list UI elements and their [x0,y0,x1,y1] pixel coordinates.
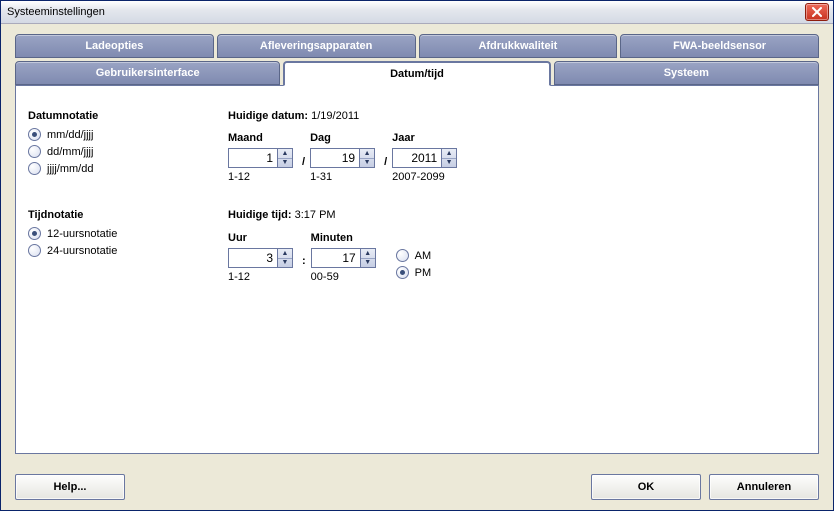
minute-value[interactable]: 17 [312,249,360,267]
date-fields: Maand 1 ▲ ▼ 1-12 / [228,132,806,183]
button-bar: Help... OK Annuleren [1,464,833,510]
arrow-up-icon[interactable]: ▲ [360,149,374,158]
radio-date-ddmmyyyy[interactable]: dd/mm/jjjj [28,145,228,158]
arrow-down-icon[interactable]: ▼ [278,158,292,168]
current-date-label: Huidige datum: [228,110,308,122]
month-value[interactable]: 1 [229,149,277,167]
cancel-button[interactable]: Annuleren [709,474,819,500]
arrow-down-icon[interactable]: ▼ [360,158,374,168]
radio-am[interactable]: AM [396,249,432,262]
arrow-up-icon[interactable]: ▲ [442,149,456,158]
current-time-value: 3:17 PM [295,209,336,221]
month-label: Maand [228,132,293,144]
radio-date-mmddyyyy[interactable]: mm/dd/jjjj [28,128,228,141]
minute-label: Minuten [311,232,376,244]
spinner-arrows: ▲ ▼ [360,249,375,267]
ampm-block: AM PM [396,249,432,283]
time-format-heading: Tijdnotatie [28,209,228,221]
current-date-value: 1/19/2011 [311,110,359,122]
tab-date-time[interactable]: Datum/tijd [283,61,550,86]
year-hint: 2007-2099 [392,171,457,183]
tab-fwa-image-sensor[interactable]: FWA-beeldsensor [620,34,819,58]
time-fields-column: Huidige tijd: 3:17 PM Uur 3 ▲ ▼ [228,209,806,283]
radio-label: AM [415,250,432,262]
spinner-arrows: ▲ ▼ [441,149,456,167]
radio-label: jjjj/mm/dd [47,163,93,175]
day-label: Dag [310,132,375,144]
hour-label: Uur [228,232,293,244]
year-field: Jaar 2011 ▲ ▼ 2007-2099 [392,132,457,183]
time-sep: : [297,251,311,271]
radio-time-12h[interactable]: 12-uursnotatie [28,227,228,240]
radio-icon [28,162,41,175]
day-value[interactable]: 19 [311,149,359,167]
tab-system[interactable]: Systeem [554,61,819,85]
date-format-heading: Datumnotatie [28,110,228,122]
tab-tray-options[interactable]: Ladeopties [15,34,214,58]
tab-row-2: Gebruikersinterface Datum/tijd Systeem [15,61,819,86]
year-spinner[interactable]: 2011 ▲ ▼ [392,148,457,168]
hour-hint: 1-12 [228,271,293,283]
radio-label: mm/dd/jjjj [47,129,93,141]
day-spinner[interactable]: 19 ▲ ▼ [310,148,375,168]
day-field: Dag 19 ▲ ▼ 1-31 [310,132,375,183]
current-time-label: Huidige tijd: [228,209,292,221]
date-sep-1: / [297,152,310,172]
arrow-down-icon[interactable]: ▼ [442,158,456,168]
help-button[interactable]: Help... [15,474,125,500]
radio-label: PM [415,267,432,279]
year-value[interactable]: 2011 [393,149,441,167]
arrow-up-icon[interactable]: ▲ [278,149,292,158]
hour-spinner[interactable]: 3 ▲ ▼ [228,248,293,268]
month-spinner[interactable]: 1 ▲ ▼ [228,148,293,168]
close-button[interactable] [805,3,829,21]
radio-pm[interactable]: PM [396,266,432,279]
window-title: Systeeminstellingen [7,6,105,18]
spinner-arrows: ▲ ▼ [359,149,374,167]
time-fields: Uur 3 ▲ ▼ 1-12 : M [228,231,806,283]
radio-date-yyyymmdd[interactable]: jjjj/mm/dd [28,162,228,175]
date-row: Datumnotatie mm/dd/jjjj dd/mm/jjjj jjjj/… [28,110,806,183]
arrow-up-icon[interactable]: ▲ [361,249,375,258]
hour-field: Uur 3 ▲ ▼ 1-12 [228,232,293,283]
radio-label: 12-uursnotatie [47,228,117,240]
dialog-body: Ladeopties Afleveringsapparaten Afdrukkw… [1,24,833,464]
radio-icon [28,128,41,141]
time-format-column: Tijdnotatie 12-uursnotatie 24-uursnotati… [28,209,228,283]
minute-field: Minuten 17 ▲ ▼ 00-59 [311,232,376,283]
arrow-down-icon[interactable]: ▼ [278,258,292,268]
system-settings-window: Systeeminstellingen Ladeopties Afleverin… [0,0,834,511]
hour-value[interactable]: 3 [229,249,277,267]
radio-label: dd/mm/jjjj [47,146,93,158]
month-hint: 1-12 [228,171,293,183]
minute-spinner[interactable]: 17 ▲ ▼ [311,248,376,268]
spinner-arrows: ▲ ▼ [277,249,292,267]
tab-panel: Datumnotatie mm/dd/jjjj dd/mm/jjjj jjjj/… [15,85,819,454]
radio-icon [396,249,409,262]
month-field: Maand 1 ▲ ▼ 1-12 [228,132,293,183]
radio-icon [28,227,41,240]
radio-label: 24-uursnotatie [47,245,117,257]
tab-print-quality[interactable]: Afdrukkwaliteit [419,34,618,58]
date-fields-column: Huidige datum: 1/19/2011 Maand 1 ▲ ▼ [228,110,806,183]
radio-icon [28,244,41,257]
titlebar: Systeeminstellingen [1,1,833,24]
date-sep-2: / [379,152,392,172]
radio-time-24h[interactable]: 24-uursnotatie [28,244,228,257]
tab-row-1: Ladeopties Afleveringsapparaten Afdrukkw… [15,34,819,58]
tab-user-interface[interactable]: Gebruikersinterface [15,61,280,85]
close-icon [812,7,822,17]
arrow-down-icon[interactable]: ▼ [361,258,375,268]
spinner-arrows: ▲ ▼ [277,149,292,167]
minute-hint: 00-59 [311,271,376,283]
tab-output-devices[interactable]: Afleveringsapparaten [217,34,416,58]
radio-icon [28,145,41,158]
arrow-up-icon[interactable]: ▲ [278,249,292,258]
year-label: Jaar [392,132,457,144]
ok-button[interactable]: OK [591,474,701,500]
radio-icon [396,266,409,279]
day-hint: 1-31 [310,171,375,183]
time-row: Tijdnotatie 12-uursnotatie 24-uursnotati… [28,209,806,283]
date-format-column: Datumnotatie mm/dd/jjjj dd/mm/jjjj jjjj/… [28,110,228,183]
